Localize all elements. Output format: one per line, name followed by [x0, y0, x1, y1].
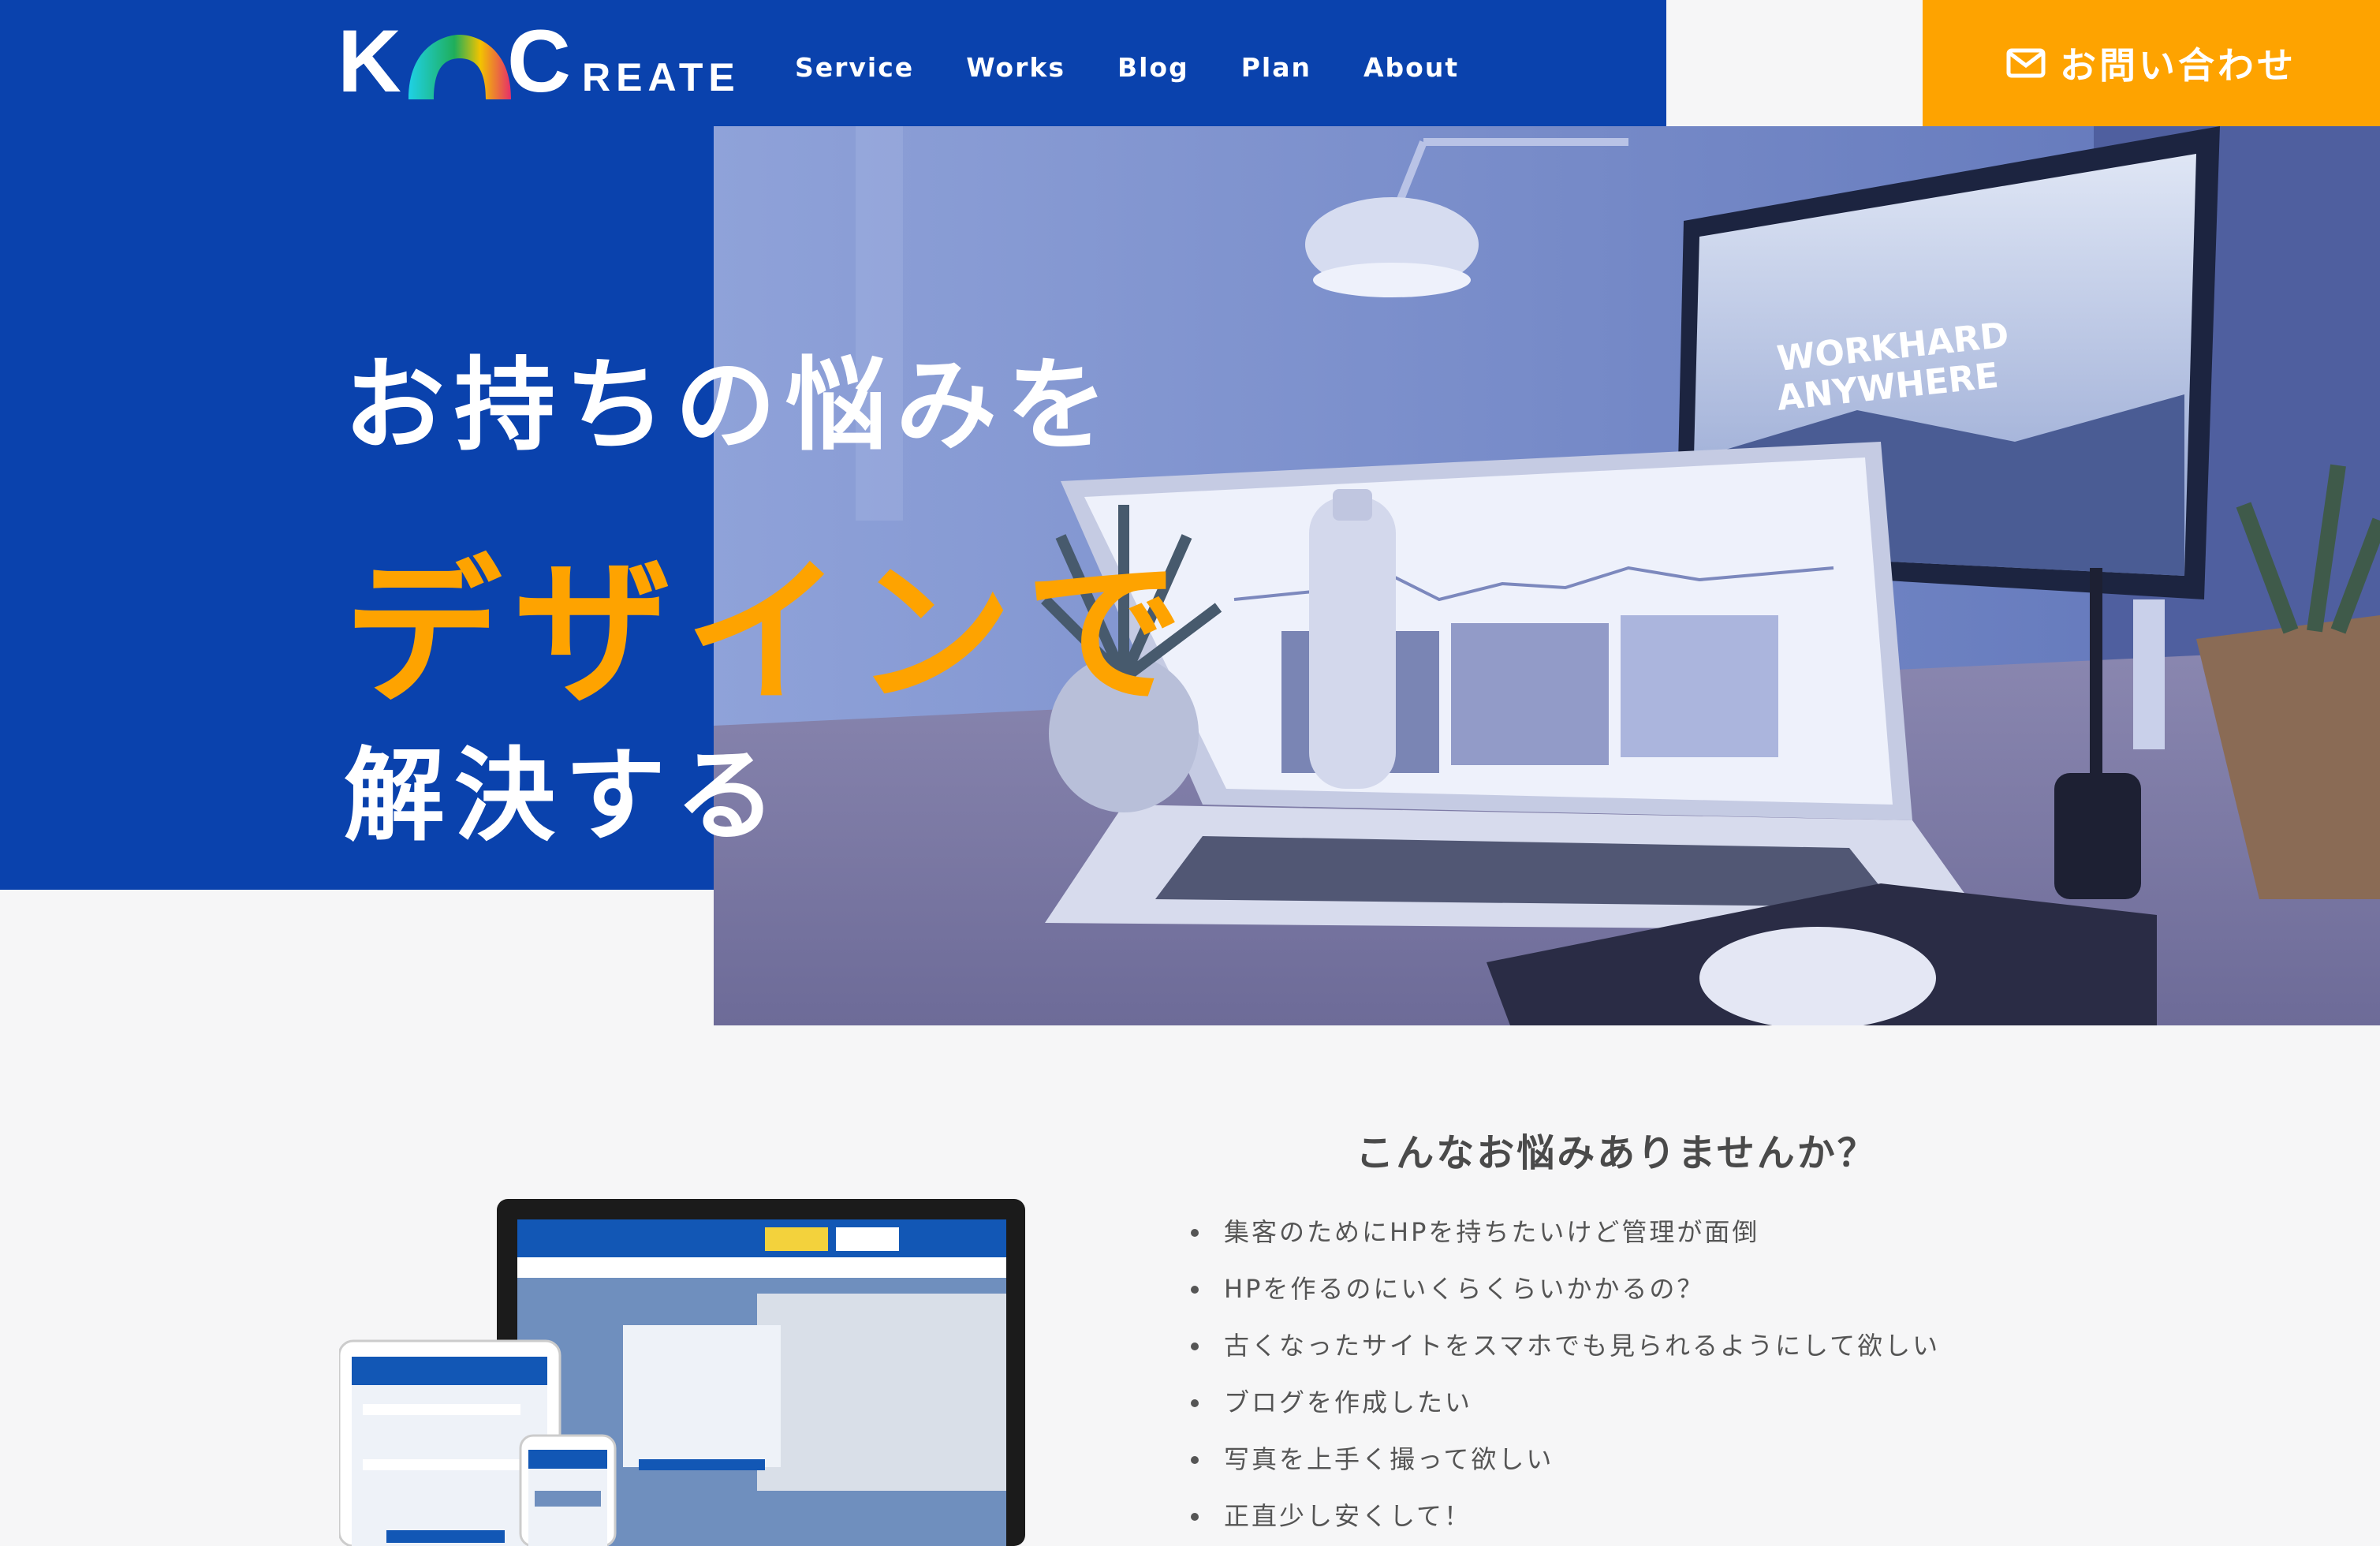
hero-headline-line1: お持ちの悩みを [344, 347, 1117, 465]
nav-works[interactable]: Works [966, 50, 1065, 85]
contact-button[interactable]: お問い合わせ [1923, 0, 2380, 126]
site-logo[interactable]: K C REATE [338, 12, 735, 110]
mail-icon [2006, 48, 2046, 78]
logo-wordmark: REATE [582, 55, 740, 99]
hero-headline-line3: 解決する [344, 738, 786, 855]
worries-list: 集客のためにHPを持ちたいけど管理が面倒 HPを作るのにいくらくらいかかるの？ … [1183, 1212, 1940, 1546]
logo-letter-k: K [338, 12, 401, 110]
worry-item-2: HPを作るのにいくらくらいかかるの？ [1183, 1268, 1940, 1325]
worries-title: こんなお悩みありませんか？ [1356, 1131, 1878, 1175]
worry-item-6: 正直少し安くして！ [1183, 1496, 1940, 1546]
worry-item-5: 写真を上手く撮って欲しい [1183, 1439, 1940, 1496]
worry-item-3: 古くなったサイトをスマホでも見られるようにして欲しい [1183, 1325, 1940, 1382]
header-spacer [1666, 0, 1923, 126]
main-nav: Service Works Blog Plan About [795, 50, 1459, 85]
nav-about[interactable]: About [1363, 50, 1459, 85]
logo-letter-c: C [507, 12, 571, 110]
nav-plan[interactable]: Plan [1241, 50, 1311, 85]
logo-rainbow-arch-icon [408, 35, 511, 99]
devices-mockup-image [339, 1199, 1033, 1546]
hero-headline-line2: デザインで [344, 542, 1196, 726]
contact-button-label: お問い合わせ [2060, 44, 2296, 87]
nav-service[interactable]: Service [795, 50, 914, 85]
worry-item-1: 集客のためにHPを持ちたいけど管理が面倒 [1183, 1212, 1940, 1268]
worry-item-4: ブログを作成したい [1183, 1382, 1940, 1439]
nav-blog[interactable]: Blog [1117, 50, 1189, 85]
